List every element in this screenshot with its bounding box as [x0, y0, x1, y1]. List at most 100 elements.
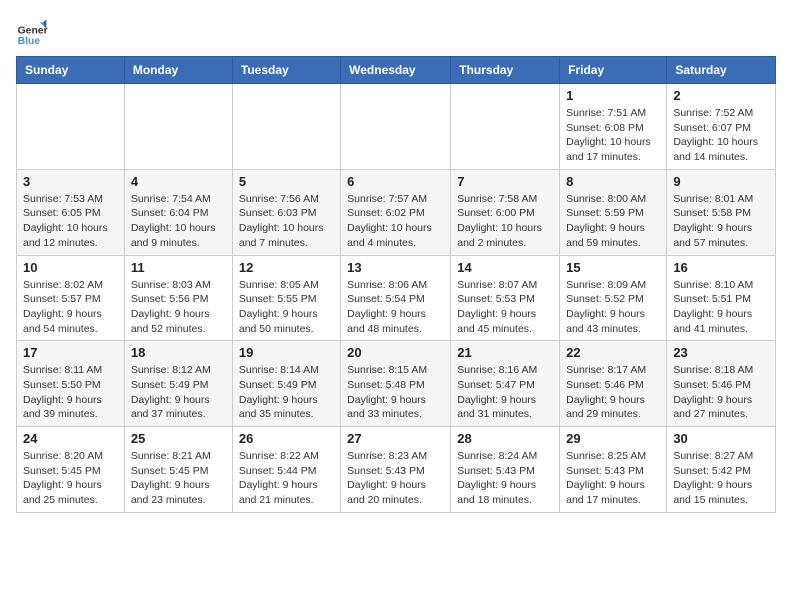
calendar-cell: 22Sunrise: 8:17 AMSunset: 5:46 PMDayligh…: [560, 341, 667, 427]
weekday-header: Sunday: [17, 57, 125, 84]
calendar-cell: 24Sunrise: 8:20 AMSunset: 5:45 PMDayligh…: [17, 427, 125, 513]
weekday-header: Monday: [124, 57, 232, 84]
day-number: 2: [673, 88, 769, 103]
day-number: 15: [566, 260, 660, 275]
svg-text:Blue: Blue: [18, 36, 41, 47]
day-info: Sunrise: 8:25 AMSunset: 5:43 PMDaylight:…: [566, 449, 660, 508]
calendar-cell: 8Sunrise: 8:00 AMSunset: 5:59 PMDaylight…: [560, 169, 667, 255]
calendar-cell: 5Sunrise: 7:56 AMSunset: 6:03 PMDaylight…: [232, 169, 340, 255]
calendar-cell: 25Sunrise: 8:21 AMSunset: 5:45 PMDayligh…: [124, 427, 232, 513]
calendar-cell: 26 Sunrise: 8:22 AMSunset: 5:44 PMDayligh…: [232, 427, 340, 513]
calendar-body: 1 Sunrise: 7:51 AMSunset: 6:08 PMDaylight…: [17, 84, 776, 513]
day-number: 20: [347, 345, 444, 360]
calendar-cell: 9Sunrise: 8:01 AMSunset: 5:58 PMDaylight…: [667, 169, 776, 255]
day-number: 21: [457, 345, 553, 360]
day-info: Sunrise: 8:03 AMSunset: 5:56 PMDaylight:…: [131, 278, 226, 337]
day-number: 1: [566, 88, 660, 103]
calendar-cell: 2 Sunrise: 7:52 AMSunset: 6:07 PMDaylight…: [667, 84, 776, 170]
day-info: Sunrise: 8:18 AMSunset: 5:46 PMDaylight:…: [673, 363, 769, 422]
day-info: Sunrise: 8:10 AMSunset: 5:51 PMDaylight:…: [673, 278, 769, 337]
calendar-cell: 15 Sunrise: 8:09 AMSunset: 5:52 PMDayligh…: [560, 255, 667, 341]
day-info: Sunrise: 8:12 AMSunset: 5:49 PMDaylight:…: [131, 363, 226, 422]
calendar-table: SundayMondayTuesdayWednesdayThursdayFrid…: [16, 56, 776, 513]
svg-text:General: General: [18, 26, 48, 37]
day-number: 18: [131, 345, 226, 360]
calendar-cell: 20 Sunrise: 8:15 AMSunset: 5:48 PMDayligh…: [341, 341, 451, 427]
day-number: 6: [347, 174, 444, 189]
day-info: Sunrise: 8:09 AMSunset: 5:52 PMDaylight:…: [566, 278, 660, 337]
calendar-cell: 27Sunrise: 8:23 AMSunset: 5:43 PMDayligh…: [341, 427, 451, 513]
calendar-week-row: 1 Sunrise: 7:51 AMSunset: 6:08 PMDaylight…: [17, 84, 776, 170]
day-number: 29: [566, 431, 660, 446]
page-header: General Blue: [16, 16, 776, 48]
day-number: 16: [673, 260, 769, 275]
day-number: 22: [566, 345, 660, 360]
day-number: 23: [673, 345, 769, 360]
calendar-week-row: 17 Sunrise: 8:11 AMSunset: 5:50 PMDayligh…: [17, 341, 776, 427]
day-number: 19: [239, 345, 334, 360]
calendar-cell: 16 Sunrise: 8:10 AMSunset: 5:51 PMDayligh…: [667, 255, 776, 341]
calendar-cell: [451, 84, 560, 170]
calendar-cell: 17 Sunrise: 8:11 AMSunset: 5:50 PMDayligh…: [17, 341, 125, 427]
calendar-cell: [232, 84, 340, 170]
day-number: 13: [347, 260, 444, 275]
day-info: Sunrise: 8:22 AMSunset: 5:44 PMDaylight:…: [239, 449, 334, 508]
calendar-cell: 3Sunrise: 7:53 AMSunset: 6:05 PMDaylight…: [17, 169, 125, 255]
day-number: 12: [239, 260, 334, 275]
day-info: Sunrise: 8:11 AMSunset: 5:50 PMDaylight:…: [23, 363, 118, 422]
calendar-cell: 1 Sunrise: 7:51 AMSunset: 6:08 PMDaylight…: [560, 84, 667, 170]
weekday-header: Tuesday: [232, 57, 340, 84]
day-info: Sunrise: 8:23 AMSunset: 5:43 PMDaylight:…: [347, 449, 444, 508]
day-info: Sunrise: 7:57 AMSunset: 6:02 PMDaylight:…: [347, 192, 444, 251]
day-number: 10: [23, 260, 118, 275]
calendar-week-row: 24Sunrise: 8:20 AMSunset: 5:45 PMDayligh…: [17, 427, 776, 513]
calendar-cell: 7 Sunrise: 7:58 AMSunset: 6:00 PMDaylight…: [451, 169, 560, 255]
day-number: 9: [673, 174, 769, 189]
day-info: Sunrise: 8:27 AMSunset: 5:42 PMDaylight:…: [673, 449, 769, 508]
day-info: Sunrise: 8:14 AMSunset: 5:49 PMDaylight:…: [239, 363, 334, 422]
day-number: 7: [457, 174, 553, 189]
calendar-cell: 28 Sunrise: 8:24 AMSunset: 5:43 PMDayligh…: [451, 427, 560, 513]
calendar-cell: 4Sunrise: 7:54 AMSunset: 6:04 PMDaylight…: [124, 169, 232, 255]
day-info: Sunrise: 8:06 AMSunset: 5:54 PMDaylight:…: [347, 278, 444, 337]
day-number: 28: [457, 431, 553, 446]
calendar-cell: [124, 84, 232, 170]
day-info: Sunrise: 7:53 AMSunset: 6:05 PMDaylight:…: [23, 192, 118, 251]
day-info: Sunrise: 8:20 AMSunset: 5:45 PMDaylight:…: [23, 449, 118, 508]
weekday-header: Saturday: [667, 57, 776, 84]
day-number: 14: [457, 260, 553, 275]
day-info: Sunrise: 7:54 AMSunset: 6:04 PMDaylight:…: [131, 192, 226, 251]
day-info: Sunrise: 7:52 AMSunset: 6:07 PMDaylight:…: [673, 106, 769, 165]
calendar-cell: 11 Sunrise: 8:03 AMSunset: 5:56 PMDayligh…: [124, 255, 232, 341]
day-info: Sunrise: 8:15 AMSunset: 5:48 PMDaylight:…: [347, 363, 444, 422]
day-number: 11: [131, 260, 226, 275]
logo-icon: General Blue: [16, 16, 48, 48]
day-info: Sunrise: 8:24 AMSunset: 5:43 PMDaylight:…: [457, 449, 553, 508]
calendar-cell: 6 Sunrise: 7:57 AMSunset: 6:02 PMDaylight…: [341, 169, 451, 255]
day-number: 30: [673, 431, 769, 446]
calendar-cell: 12Sunrise: 8:05 AMSunset: 5:55 PMDayligh…: [232, 255, 340, 341]
day-info: Sunrise: 8:07 AMSunset: 5:53 PMDaylight:…: [457, 278, 553, 337]
calendar-cell: [341, 84, 451, 170]
day-number: 26: [239, 431, 334, 446]
day-info: Sunrise: 7:51 AMSunset: 6:08 PMDaylight:…: [566, 106, 660, 165]
calendar-cell: 19 Sunrise: 8:14 AMSunset: 5:49 PMDayligh…: [232, 341, 340, 427]
day-info: Sunrise: 8:00 AMSunset: 5:59 PMDaylight:…: [566, 192, 660, 251]
weekday-header: Wednesday: [341, 57, 451, 84]
day-number: 17: [23, 345, 118, 360]
day-info: Sunrise: 7:58 AMSunset: 6:00 PMDaylight:…: [457, 192, 553, 251]
calendar-cell: 18 Sunrise: 8:12 AMSunset: 5:49 PMDayligh…: [124, 341, 232, 427]
weekday-row: SundayMondayTuesdayWednesdayThursdayFrid…: [17, 57, 776, 84]
calendar-cell: 29 Sunrise: 8:25 AMSunset: 5:43 PMDayligh…: [560, 427, 667, 513]
calendar-cell: 14 Sunrise: 8:07 AMSunset: 5:53 PMDayligh…: [451, 255, 560, 341]
weekday-header: Thursday: [451, 57, 560, 84]
calendar-week-row: 10 Sunrise: 8:02 AMSunset: 5:57 PMDayligh…: [17, 255, 776, 341]
calendar-cell: 13 Sunrise: 8:06 AMSunset: 5:54 PMDayligh…: [341, 255, 451, 341]
day-info: Sunrise: 8:16 AMSunset: 5:47 PMDaylight:…: [457, 363, 553, 422]
calendar-cell: 10 Sunrise: 8:02 AMSunset: 5:57 PMDayligh…: [17, 255, 125, 341]
calendar-cell: 23 Sunrise: 8:18 AMSunset: 5:46 PMDayligh…: [667, 341, 776, 427]
calendar-cell: 30 Sunrise: 8:27 AMSunset: 5:42 PMDayligh…: [667, 427, 776, 513]
day-info: Sunrise: 8:02 AMSunset: 5:57 PMDaylight:…: [23, 278, 118, 337]
calendar-header: SundayMondayTuesdayWednesdayThursdayFrid…: [17, 57, 776, 84]
day-info: Sunrise: 8:21 AMSunset: 5:45 PMDaylight:…: [131, 449, 226, 508]
